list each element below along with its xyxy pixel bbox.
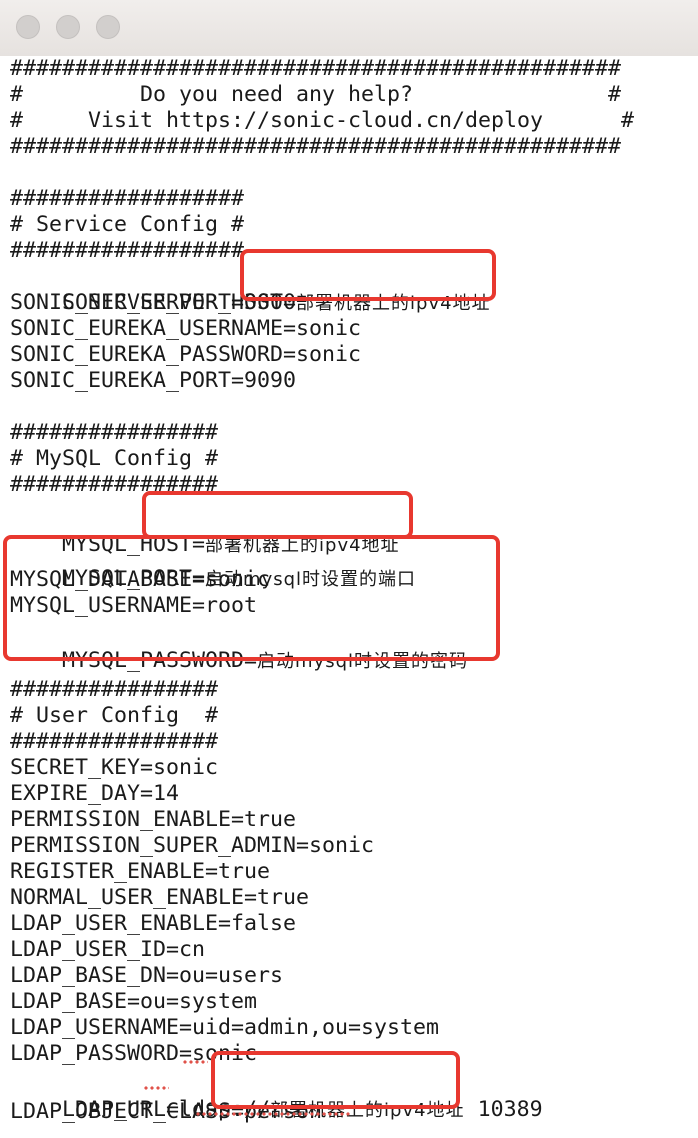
config-key: MYSQL_PASSWORD= — [62, 648, 258, 673]
config-line: SONIC_SERVER_PORT=3000 — [10, 290, 297, 315]
config-line: MYSQL_PASSWORD=启动mysql时设置的密码 — [10, 622, 468, 673]
spellcheck-underline — [195, 1112, 350, 1116]
config-line: MYSQL_DATABASE=sonic — [10, 567, 271, 592]
config-line: ################ — [10, 472, 219, 497]
config-value: 10389 — [464, 1097, 543, 1122]
config-line: ########################################… — [10, 134, 622, 159]
config-line: ################ — [10, 677, 219, 702]
config-line: PERMISSION_SUPER_ADMIN=sonic — [10, 833, 375, 858]
config-line: SECRET_KEY=sonic — [10, 755, 219, 780]
annotation-text: 部署机器上的ipv4地址 — [296, 293, 491, 314]
config-line: LDAP_PASSWORD=sonic — [10, 1041, 258, 1066]
config-line: ################## — [10, 238, 245, 263]
config-line: MYSQL_USERNAME=root — [10, 593, 258, 618]
config-line: EXPIRE_DAY=14 — [10, 781, 180, 806]
config-line: # Service Config # — [10, 212, 245, 237]
close-window-button[interactable] — [16, 15, 40, 39]
config-line: MYSQL_HOST=部署机器上的ipv4地址 — [10, 506, 400, 557]
config-line: REGISTER_ENABLE=true — [10, 859, 271, 884]
config-line: ################## — [10, 186, 245, 211]
config-line: # Do you need any help? # — [10, 82, 622, 107]
config-line: LDAP_BASE=ou=system — [10, 989, 258, 1014]
config-line: ########################################… — [10, 56, 622, 81]
config-line: SONIC_EUREKA_PASSWORD=sonic — [10, 342, 362, 367]
config-line: ################ — [10, 729, 219, 754]
config-line: SONIC_EUREKA_PORT=9090 — [10, 368, 297, 393]
spellcheck-underline — [182, 1060, 208, 1064]
config-line: MYSQL_PORT=启动mysql时设置的端口 — [10, 540, 416, 591]
config-line: ################ — [10, 420, 219, 445]
config-line: # Visit https://sonic-cloud.cn/deploy # — [10, 108, 635, 133]
config-line: LDAP_USER_ID=cn — [10, 937, 206, 962]
config-line: LDAP_BASE_DN=ou=users — [10, 963, 284, 988]
config-line: # User Config # — [10, 703, 219, 728]
config-line: LDAP_URL=ldap://部署机器上的ipv4地址 10389 — [10, 1071, 543, 1122]
config-line: SONIC_SERVER_HOST=部署机器上的ipv4地址 — [10, 264, 491, 315]
minimize-window-button[interactable] — [56, 15, 80, 39]
spellcheck-underline — [143, 1086, 169, 1090]
annotation-text: 启动mysql时设置的密码 — [257, 651, 469, 672]
config-line: LDAP_USER_ENABLE=false — [10, 911, 297, 936]
config-line: LDAP_USERNAME=uid=admin,ou=system — [10, 1015, 440, 1040]
config-line: # MySQL Config # — [10, 446, 219, 471]
text-editor[interactable]: ########################################… — [0, 56, 698, 1138]
config-line: NORMAL_USER_ENABLE=true — [10, 885, 310, 910]
window-titlebar — [0, 0, 698, 57]
config-line: PERMISSION_ENABLE=true — [10, 807, 297, 832]
config-line: SONIC_EUREKA_USERNAME=sonic — [10, 316, 362, 341]
zoom-window-button[interactable] — [96, 15, 120, 39]
